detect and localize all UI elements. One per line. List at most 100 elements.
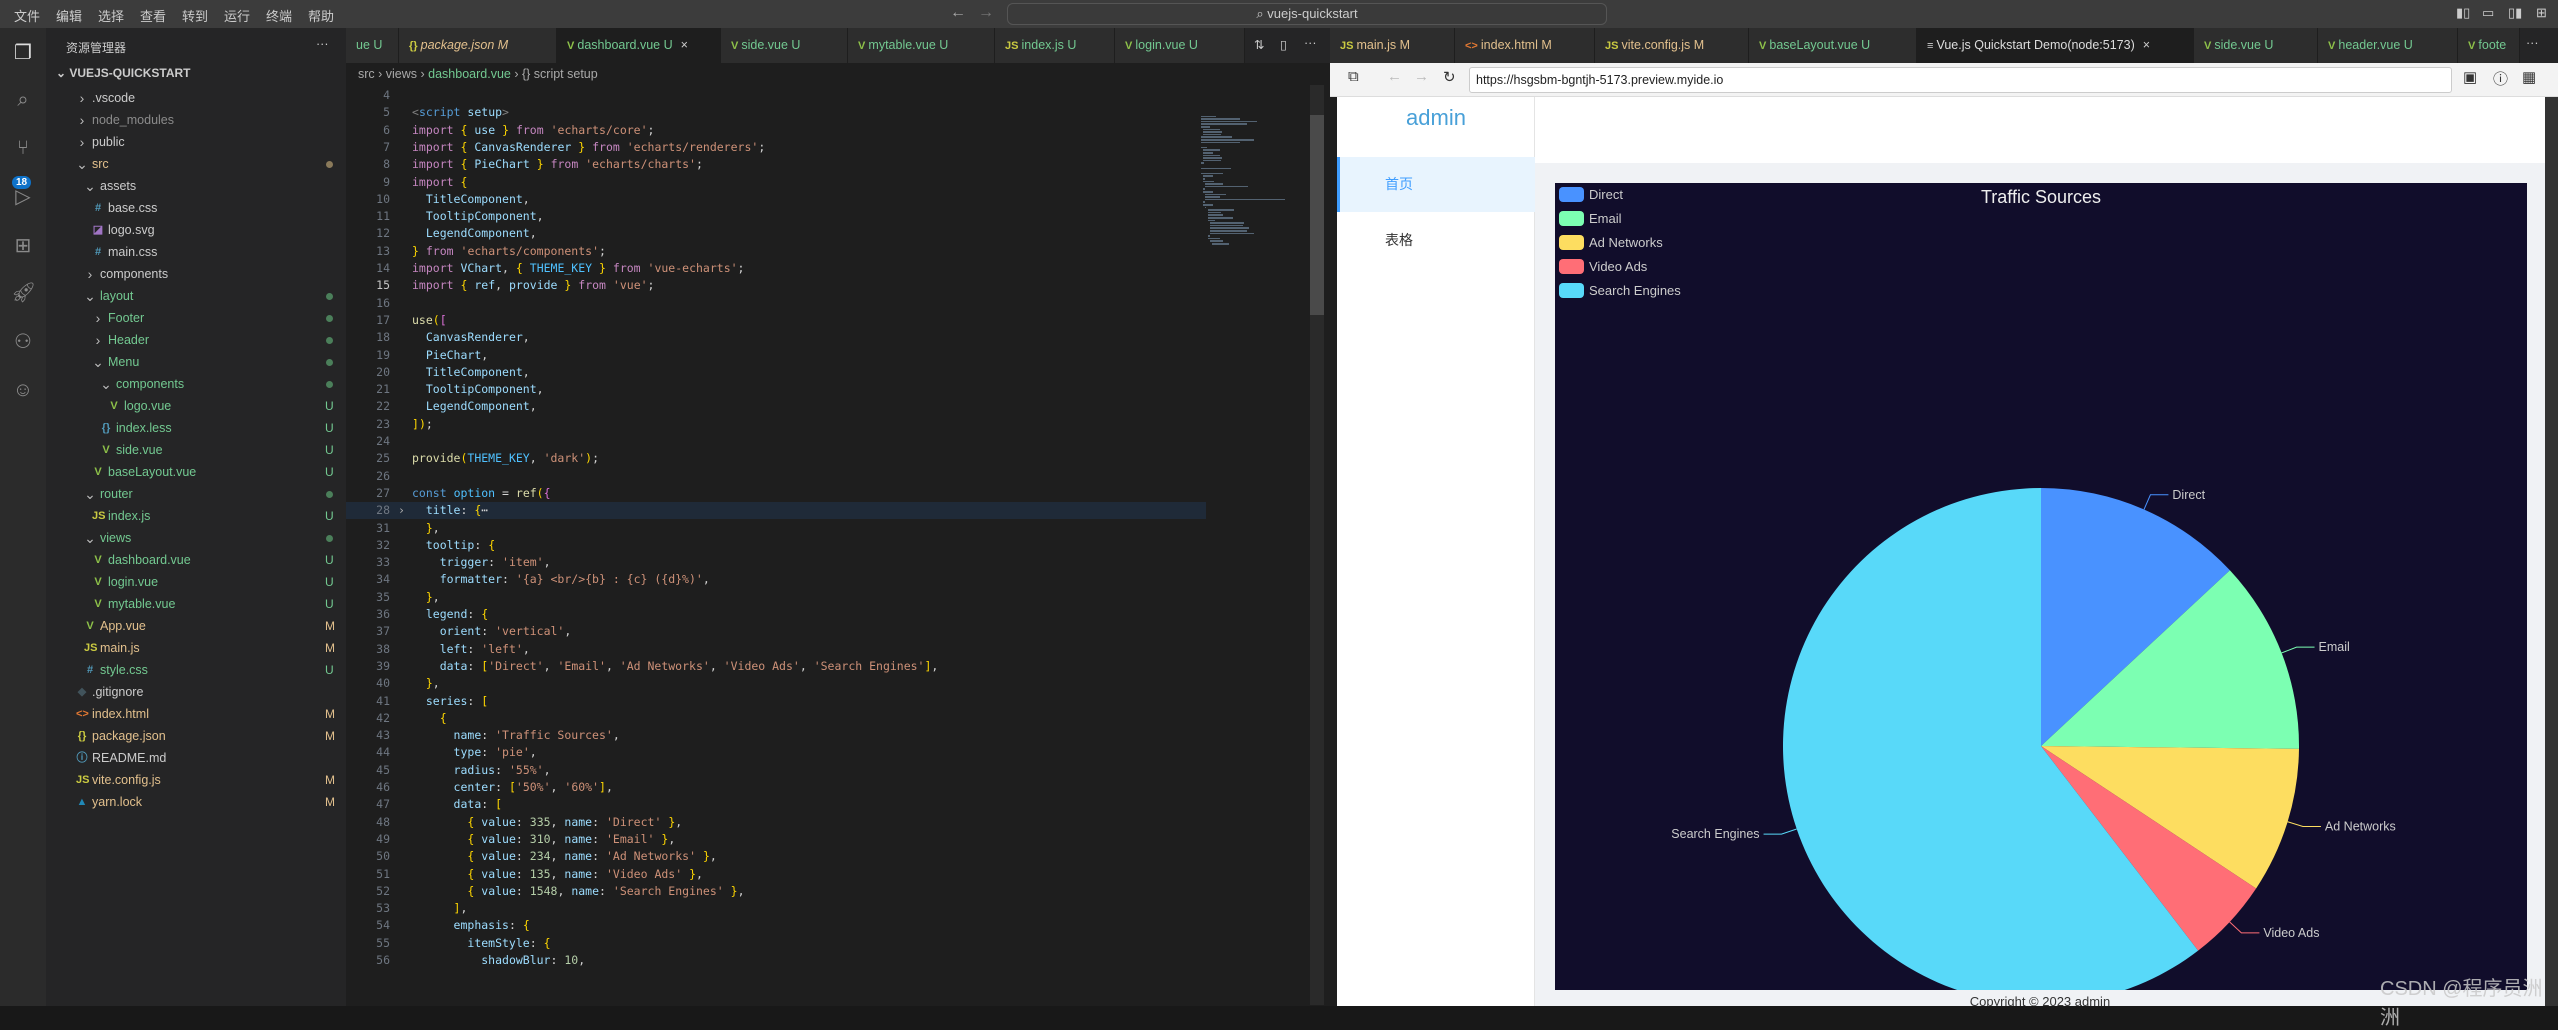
extensions-icon[interactable]: ⊞ (11, 234, 35, 258)
help-icon[interactable]: ⓘ (2493, 68, 2508, 89)
menu-3[interactable]: 查看 (140, 6, 166, 25)
code-line[interactable]: 22 LegendComponent, (346, 398, 1206, 415)
tab-vue-js[interactable]: ≡ Vue.js Quickstart Demo(node:5173) × (1917, 28, 2194, 63)
menu-0[interactable]: 文件 (14, 6, 40, 25)
tree-item[interactable]: # main.css (46, 241, 346, 263)
code-line[interactable]: 42 { (346, 710, 1206, 727)
breadcrumb-item[interactable]: dashboard.vue (428, 67, 511, 81)
breadcrumb-item[interactable]: {} script setup (522, 67, 598, 81)
qr-code-icon[interactable]: ▦ (2522, 68, 2536, 86)
code-line[interactable]: 12 LegendComponent, (346, 225, 1206, 242)
command-search-box[interactable]: ⌕ vuejs-quickstart (1007, 3, 1607, 25)
tree-item[interactable]: ⌄ layout (46, 285, 346, 307)
open-external-icon[interactable]: ⧉ (1348, 68, 1359, 85)
code-line[interactable]: 26 (346, 468, 1206, 485)
source-control-icon[interactable]: ⑂ (11, 136, 35, 160)
code-line[interactable]: 55 itemStyle: { (346, 935, 1206, 952)
toggle-sidebar-icon[interactable]: ▮▯ (2456, 5, 2470, 21)
close-tab-icon[interactable]: × (2143, 38, 2150, 52)
code-line[interactable]: 9 import { (346, 174, 1206, 191)
code-line[interactable]: 39 data: ['Direct', 'Email', 'Ad Network… (346, 658, 1206, 675)
code-line[interactable]: 54 emphasis: { (346, 917, 1206, 934)
tab-header-vue[interactable]: V header.vue U (2318, 28, 2458, 63)
reload-icon[interactable]: ↻ (1443, 68, 1456, 86)
split-editor-icon[interactable]: ▯ (1280, 37, 1287, 52)
code-line[interactable]: 11 TooltipComponent, (346, 208, 1206, 225)
breadcrumb-item[interactable]: src (358, 67, 375, 81)
legend-label-direct[interactable]: Direct (1589, 187, 1623, 202)
code-line[interactable]: 17 use([ (346, 312, 1206, 329)
forward-arrow-icon[interactable]: → (978, 4, 994, 22)
tree-item[interactable]: JS index.js U (46, 505, 346, 527)
code-line[interactable]: 38 left: 'left', (346, 641, 1206, 658)
close-tab-icon[interactable]: × (681, 38, 688, 52)
tree-item[interactable]: ⌄ components (46, 373, 346, 395)
code-line[interactable]: 50 { value: 234, name: 'Ad Networks' }, (346, 848, 1206, 865)
tree-item[interactable]: VbaseLayout.vue U (46, 461, 346, 483)
code-line[interactable]: 36 legend: { (346, 606, 1206, 623)
legend-label-email[interactable]: Email (1589, 211, 1622, 226)
tab-package-json[interactable]: {} package.json M (399, 28, 557, 63)
tree-item[interactable]: ▲ yarn.lock M (46, 791, 346, 813)
editor-scrollbar[interactable] (1310, 85, 1324, 1005)
tree-item[interactable]: ⌄ views (46, 527, 346, 549)
code-line[interactable]: 23]); (346, 416, 1206, 433)
menu-7[interactable]: 帮助 (308, 6, 334, 25)
tree-item[interactable]: Vdashboard.vue U (46, 549, 346, 571)
code-line[interactable]: 7 import { CanvasRenderer } from 'echarts… (346, 139, 1206, 156)
tab-index-html[interactable]: <> index.html M (1455, 28, 1595, 63)
tab-foote[interactable]: V foote (2458, 28, 2520, 63)
code-line[interactable]: 32 tooltip: { (346, 537, 1206, 554)
code-line[interactable]: 25 provide(THEME_KEY, 'dark'); (346, 450, 1206, 467)
code-line[interactable]: 10 TitleComponent, (346, 191, 1206, 208)
legend-label-ad-networks[interactable]: Ad Networks (1589, 235, 1663, 250)
tab-side-vue[interactable]: V side.vue U (2194, 28, 2318, 63)
menu-1[interactable]: 编辑 (56, 6, 82, 25)
toggle-panel-icon[interactable]: ▭ (2482, 5, 2494, 21)
explorer-icon[interactable]: ❐ (11, 41, 35, 65)
tree-item[interactable]: ⌄ src (46, 153, 346, 175)
back-arrow-icon[interactable]: ← (950, 4, 966, 22)
tree-item[interactable]: ⌄ router (46, 483, 346, 505)
code-line[interactable]: 20 TitleComponent, (346, 364, 1206, 381)
tree-item[interactable]: › node_modules (46, 109, 346, 131)
tree-item[interactable]: Vlogin.vue U (46, 571, 346, 593)
tree-item[interactable]: ⌄ assets (46, 175, 346, 197)
devices-icon[interactable]: ▣ (2463, 68, 2477, 86)
code-line[interactable]: 53 ], (346, 900, 1206, 917)
code-line[interactable]: 4 (346, 87, 1206, 104)
tree-item[interactable]: Vside.vue U (46, 439, 346, 461)
tree-item[interactable]: Vlogo.vue U (46, 395, 346, 417)
tree-item[interactable]: {} package.json M (46, 725, 346, 747)
tree-item[interactable]: › Header (46, 329, 346, 351)
tree-item[interactable]: ⓘ README.md (46, 747, 346, 769)
tree-item[interactable]: Vmytable.vue U (46, 593, 346, 615)
tab-main-js[interactable]: JS main.js M (1330, 28, 1455, 63)
forward-icon[interactable]: → (1414, 68, 1429, 85)
tree-item[interactable]: <> index.html M (46, 703, 346, 725)
robot-icon[interactable]: ☺ (11, 378, 35, 402)
code-line[interactable]: 31 }, (346, 520, 1206, 537)
legend-label-video-ads[interactable]: Video Ads (1589, 259, 1648, 274)
code-line[interactable]: 41 series: [ (346, 693, 1206, 710)
tab-ue[interactable]: ue U (346, 28, 399, 63)
rocket-icon[interactable]: 🚀︎ (11, 281, 36, 305)
code-line[interactable]: 35 }, (346, 589, 1206, 606)
minimap[interactable] (1201, 113, 1316, 253)
customize-layout-icon[interactable]: ⊞ (2536, 5, 2547, 21)
search-icon[interactable]: ⌕ (11, 88, 35, 112)
tree-item[interactable]: # style.css U (46, 659, 346, 681)
code-line[interactable]: 49 { value: 310, name: 'Email' }, (346, 831, 1206, 848)
code-line[interactable]: 34 formatter: '{a} <br/>{b} : {c} ({d}%)… (346, 571, 1206, 588)
tree-item[interactable]: JS vite.config.js M (46, 769, 346, 791)
code-line[interactable]: 18 CanvasRenderer, (346, 329, 1206, 346)
editor-scrollbar-thumb[interactable] (1310, 115, 1324, 315)
fold-chevron-icon[interactable]: › (398, 502, 405, 519)
tab-side-vue[interactable]: V side.vue U (721, 28, 848, 63)
code-line[interactable]: 56 shadowBlur: 10, (346, 952, 1206, 969)
code-line[interactable]: 40 }, (346, 675, 1206, 692)
tree-item[interactable]: › .vscode (46, 87, 346, 109)
menu-5[interactable]: 运行 (224, 6, 250, 25)
preview-scrollbar[interactable] (2545, 97, 2558, 1006)
code-line[interactable]: 6 import { use } from 'echarts/core'; (346, 122, 1206, 139)
